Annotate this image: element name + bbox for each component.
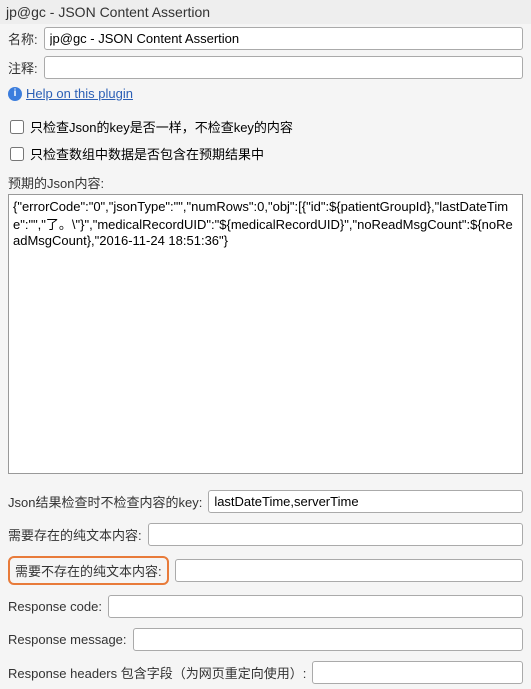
exclude-keys-label: Json结果检查时不检查内容的key: — [8, 492, 202, 511]
response-code-label: Response code: — [8, 599, 102, 614]
response-code-input[interactable] — [108, 595, 523, 618]
must-not-exist-text-input[interactable] — [175, 559, 523, 582]
response-message-label: Response message: — [8, 632, 127, 647]
exclude-keys-input[interactable] — [208, 490, 523, 513]
name-label: 名称: — [8, 29, 38, 48]
response-headers-input[interactable] — [312, 661, 523, 684]
check-array-contains-checkbox[interactable] — [10, 147, 24, 161]
must-not-exist-text-label: 需要不存在的纯文本内容: — [8, 556, 169, 585]
help-link[interactable]: Help on this plugin — [26, 86, 133, 101]
expected-json-textarea[interactable] — [8, 194, 523, 474]
must-exist-text-label: 需要存在的纯文本内容: — [8, 525, 142, 544]
window-title: jp@gc - JSON Content Assertion — [0, 0, 531, 24]
comment-input[interactable] — [44, 56, 523, 79]
must-exist-text-input[interactable] — [148, 523, 523, 546]
comment-label: 注释: — [8, 58, 38, 77]
name-input[interactable] — [44, 27, 523, 50]
check-array-contains-label: 只检查数组中数据是否包含在预期结果中 — [30, 144, 264, 163]
help-icon: i — [8, 87, 22, 101]
expected-json-label: 预期的Json内容: — [0, 167, 531, 194]
response-headers-label: Response headers 包含字段（为网页重定向使用）: — [8, 663, 306, 682]
response-message-input[interactable] — [133, 628, 523, 651]
check-json-key-only-checkbox[interactable] — [10, 120, 24, 134]
check-json-key-only-label: 只检查Json的key是否一样，不检查key的内容 — [30, 117, 293, 136]
